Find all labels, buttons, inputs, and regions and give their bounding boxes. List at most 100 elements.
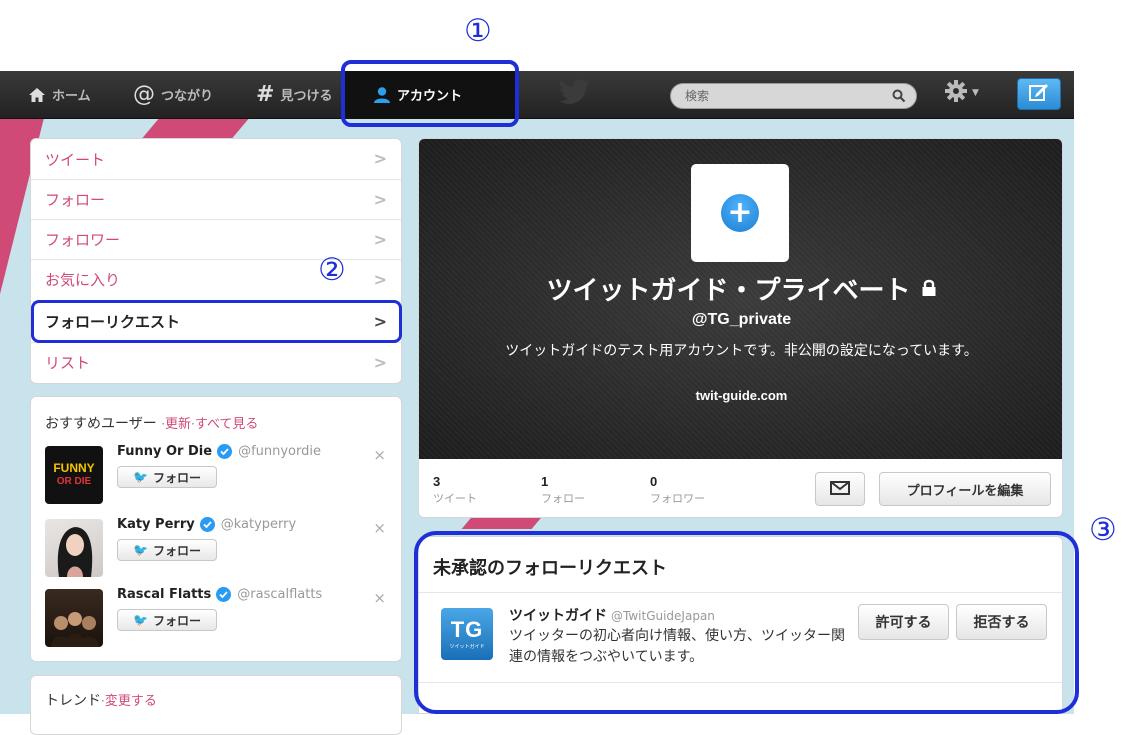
compose-tweet-button[interactable]: [1017, 78, 1061, 110]
profile-name: ツイットガイド・プライベート: [419, 270, 1062, 307]
search-box[interactable]: [670, 83, 917, 109]
trends-card: トレンド·変更する: [30, 675, 402, 735]
close-icon[interactable]: ×: [373, 446, 386, 464]
close-icon[interactable]: ×: [373, 519, 386, 537]
who-to-follow-title: おすすめユーザー ·更新·すべて見る: [45, 413, 258, 433]
user-name[interactable]: Katy Perry @katyperry: [117, 517, 296, 532]
stat-value: 1: [541, 474, 549, 489]
follow-button[interactable]: 🐦 フォロー: [117, 539, 217, 561]
stat-label: ツイート: [433, 493, 477, 505]
home-icon: [28, 87, 46, 103]
user-handle: @funnyordie: [238, 444, 321, 459]
direct-message-button[interactable]: [815, 472, 865, 506]
twitter-bird-icon[interactable]: [559, 79, 590, 109]
nav-home[interactable]: ホーム: [28, 71, 91, 118]
user-handle: @rascalflatts: [237, 587, 323, 602]
trends-title: トレンド·変更する: [45, 690, 157, 710]
requester-handle: @TwitGuideJapan: [611, 609, 715, 623]
stat-label: フォロワー: [650, 493, 705, 505]
approve-button[interactable]: 許可する: [858, 604, 949, 640]
divider: [419, 592, 1062, 593]
who-to-follow-card: おすすめユーザー ·更新·すべて見る FUNNY OR DIE Funny Or…: [30, 396, 402, 662]
menu-item-label: お気に入り: [45, 271, 121, 289]
who-to-follow-heading: おすすめユーザー: [45, 416, 157, 432]
profile-header-card: + ツイットガイド・プライベート @TG_private ツイットガイドのテスト…: [418, 138, 1063, 518]
nav-discover[interactable]: # 見つける: [256, 71, 332, 118]
profile-url[interactable]: twit-guide.com: [419, 388, 1062, 403]
search-input[interactable]: [683, 88, 887, 104]
suggested-user: FUNNY OR DIE Funny Or Die @funnyordie 🐦 …: [45, 444, 390, 514]
change-trends-link[interactable]: 変更する: [105, 694, 157, 709]
search-icon[interactable]: [892, 89, 906, 106]
stat-followers[interactable]: 0 フォロワー: [650, 474, 705, 506]
profile-avatar[interactable]: +: [691, 164, 789, 262]
profile-bio: ツイットガイドのテスト用アカウントです。非公開の設定になっています。: [505, 343, 978, 359]
follow-button-label: フォロー: [152, 613, 201, 628]
chevron-right-icon: >: [373, 149, 387, 168]
follow-button-label: フォロー: [152, 543, 201, 558]
user-name[interactable]: Funny Or Die @funnyordie: [117, 444, 321, 459]
user-name-text: Funny Or Die: [117, 444, 213, 459]
stat-following[interactable]: 1 フォロー: [541, 474, 585, 506]
at-sign-icon: @: [133, 82, 155, 107]
avatar[interactable]: TG ツイットガイド: [441, 608, 493, 660]
person-icon: [373, 86, 391, 104]
avatar-logo-subtext: ツイットガイド: [449, 643, 485, 650]
refresh-link[interactable]: 更新: [165, 417, 191, 432]
user-name[interactable]: Rascal Flatts @rascalflatts: [117, 587, 322, 602]
menu-item-label: フォロー: [45, 191, 106, 209]
settings-menu[interactable]: ▼: [944, 79, 979, 107]
annotation-number-1: ①: [464, 13, 492, 49]
requester-name[interactable]: ツイットガイド @TwitGuideJapan: [509, 605, 715, 625]
envelope-icon: [830, 480, 850, 499]
stat-value: 0: [650, 474, 658, 489]
verified-badge-icon: [216, 587, 232, 602]
stat-label: フォロー: [541, 493, 585, 505]
compose-icon: [1028, 82, 1050, 106]
user-name-text: Rascal Flatts: [117, 587, 212, 602]
nav-discover-label: 見つける: [280, 89, 333, 104]
hashtag-icon: #: [256, 82, 275, 107]
profile-name-text: ツイットガイド・プライベート: [546, 275, 911, 305]
nav-home-label: ホーム: [52, 89, 91, 104]
requester-name-text: ツイットガイド: [509, 608, 607, 624]
follow-button[interactable]: 🐦 フォロー: [117, 609, 217, 631]
menu-item-label: フォロワー: [45, 231, 121, 249]
nav-account-label: アカウント: [397, 89, 463, 104]
nav-connect-label: つながり: [161, 89, 214, 104]
follow-button-label: フォロー: [152, 470, 201, 485]
menu-item-tweets[interactable]: ツイート >: [31, 139, 401, 179]
trends-heading: トレンド: [45, 693, 101, 709]
avatar[interactable]: [45, 519, 103, 577]
menu-item-following[interactable]: フォロー >: [31, 179, 401, 219]
avatar[interactable]: FUNNY OR DIE: [45, 446, 103, 504]
edit-profile-button[interactable]: プロフィールを編集: [879, 472, 1051, 506]
avatar-logo-text: TG: [450, 616, 484, 642]
chevron-right-icon: >: [373, 230, 387, 249]
view-all-link[interactable]: すべて見る: [195, 417, 259, 432]
deny-button[interactable]: 拒否する: [956, 604, 1047, 640]
close-icon[interactable]: ×: [373, 589, 386, 607]
stat-value: 3: [433, 474, 441, 489]
add-photo-icon: +: [721, 194, 759, 232]
twitter-bird-icon: 🐦: [133, 470, 148, 484]
chevron-right-icon: >: [373, 312, 387, 331]
user-name-text: Katy Perry: [117, 517, 195, 532]
nav-account[interactable]: アカウント: [345, 71, 518, 118]
verified-badge-icon: [217, 444, 233, 459]
menu-item-lists[interactable]: リスト >: [31, 342, 401, 382]
menu-item-label: ツイート: [45, 150, 106, 169]
profile-nav-menu: ツイート > フォロー > フォロワー > お気に入り > フォローリクエスト …: [30, 138, 402, 384]
stat-tweets[interactable]: 3 ツイート: [433, 474, 477, 506]
follow-button[interactable]: 🐦 フォロー: [117, 466, 217, 488]
nav-connect[interactable]: @ つながり: [133, 71, 213, 118]
menu-item-label: フォローリクエスト: [45, 313, 181, 331]
profile-handle: @TG_private: [691, 311, 792, 328]
avatar[interactable]: [45, 589, 103, 647]
user-handle: @katyperry: [220, 517, 297, 532]
requester-bio: ツイッターの初心者向け情報、使い方、ツイッター関連の情報をつぶやいています。: [509, 628, 845, 665]
funny-or-die-logo-text: FUNNY: [53, 461, 95, 475]
chevron-right-icon: >: [373, 353, 387, 372]
chevron-down-icon: ▼: [972, 88, 979, 98]
menu-item-follow-requests[interactable]: フォローリクエスト >: [31, 301, 401, 341]
